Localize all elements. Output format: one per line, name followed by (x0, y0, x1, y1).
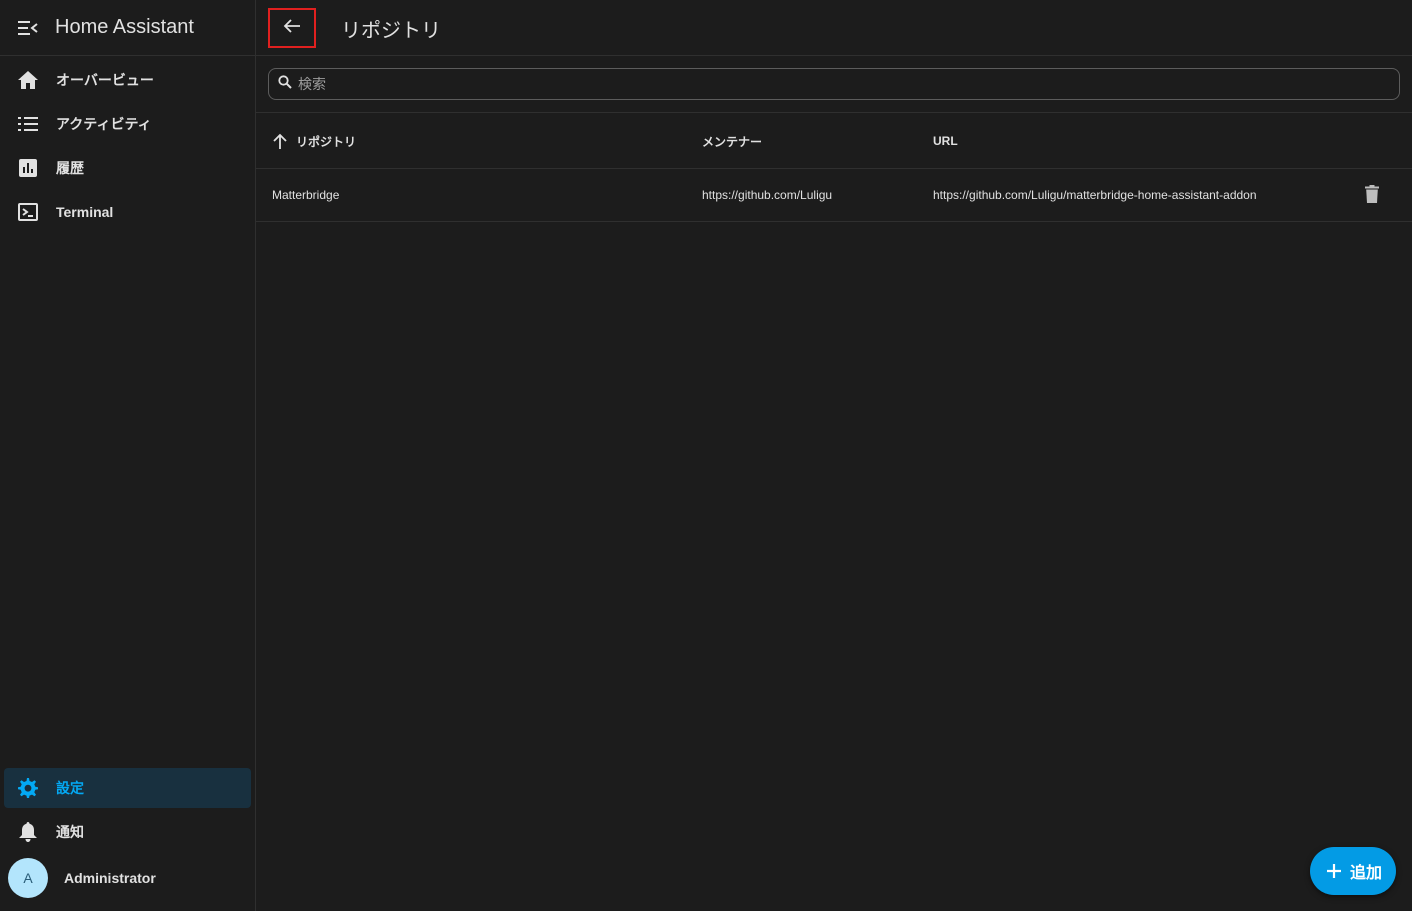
search-icon (278, 74, 292, 94)
arrow-up-icon (272, 133, 288, 149)
column-label: リポジトリ (296, 134, 357, 149)
search-input[interactable] (298, 76, 1298, 92)
search-bar (256, 56, 1412, 113)
app-title: Home Assistant (55, 16, 194, 38)
search-box[interactable] (268, 68, 1400, 100)
sidebar-user[interactable]: A Administrator (0, 856, 255, 900)
sidebar-item-history[interactable]: 履歴 (4, 148, 251, 188)
repository-maintainer: https://github.com/Luligu (702, 188, 833, 202)
add-button-label: 追加 (1349, 865, 1382, 882)
back-button[interactable] (268, 8, 316, 48)
sidebar-item-terminal[interactable]: Terminal (4, 192, 251, 232)
app: Home Assistant オーバービュー アクティビティ 履歴 Termin… (0, 0, 1412, 911)
console-icon (16, 200, 40, 224)
sidebar-bottom: 設定 通知 A Administrator (0, 768, 255, 911)
add-repository-button[interactable]: 追加 (1310, 847, 1396, 895)
arrow-left-icon (283, 18, 301, 39)
main-content: リポジトリ 検索 リポジトリ メンテナー URL Matterbridge ht… (256, 0, 1412, 911)
table-row[interactable]: Matterbridge https://github.com/Luligu h… (256, 169, 1412, 222)
column-header-repository[interactable]: リポジトリ (272, 113, 356, 169)
sidebar-header: Home Assistant (0, 0, 255, 56)
sidebar-item-label: Terminal (56, 204, 114, 220)
sidebar-item-label: オーバービュー (56, 72, 154, 88)
avatar: A (8, 858, 48, 898)
user-name: Administrator (64, 870, 156, 886)
repository-name: Matterbridge (272, 188, 340, 202)
top-bar: リポジトリ (256, 0, 1412, 56)
plus-icon (1324, 861, 1344, 881)
column-label: URL (933, 134, 958, 148)
sidebar-item-label: アクティビティ (56, 116, 152, 132)
page-title: リポジトリ (341, 20, 441, 42)
home-icon (16, 68, 40, 92)
sidebar: Home Assistant オーバービュー アクティビティ 履歴 Termin… (0, 0, 256, 911)
sidebar-item-notifications[interactable]: 通知 (4, 812, 251, 852)
chart-box-icon (16, 156, 40, 180)
sidebar-nav: オーバービュー アクティビティ 履歴 Terminal (0, 56, 255, 232)
table-header: リポジトリ メンテナー URL (256, 113, 1412, 169)
menu-collapse-icon[interactable] (16, 16, 40, 40)
delete-button[interactable] (1360, 169, 1384, 221)
trash-icon (1365, 184, 1379, 206)
column-header-url[interactable]: URL (933, 113, 958, 169)
column-label: メンテナー (702, 134, 763, 149)
repository-table: リポジトリ メンテナー URL Matterbridge https://git… (256, 113, 1412, 222)
bell-icon (16, 820, 40, 844)
sidebar-item-overview[interactable]: オーバービュー (4, 60, 251, 100)
column-header-maintainer[interactable]: メンテナー (702, 113, 762, 169)
sidebar-item-label: 通知 (56, 824, 84, 840)
sidebar-item-activity[interactable]: アクティビティ (4, 104, 251, 144)
repository-url: https://github.com/Luligu/matterbridge-h… (933, 188, 1257, 202)
sidebar-item-label: 履歴 (56, 160, 84, 176)
list-icon (16, 112, 40, 136)
sidebar-item-settings[interactable]: 設定 (4, 768, 251, 808)
cog-icon (16, 776, 40, 800)
sidebar-item-label: 設定 (56, 780, 84, 796)
